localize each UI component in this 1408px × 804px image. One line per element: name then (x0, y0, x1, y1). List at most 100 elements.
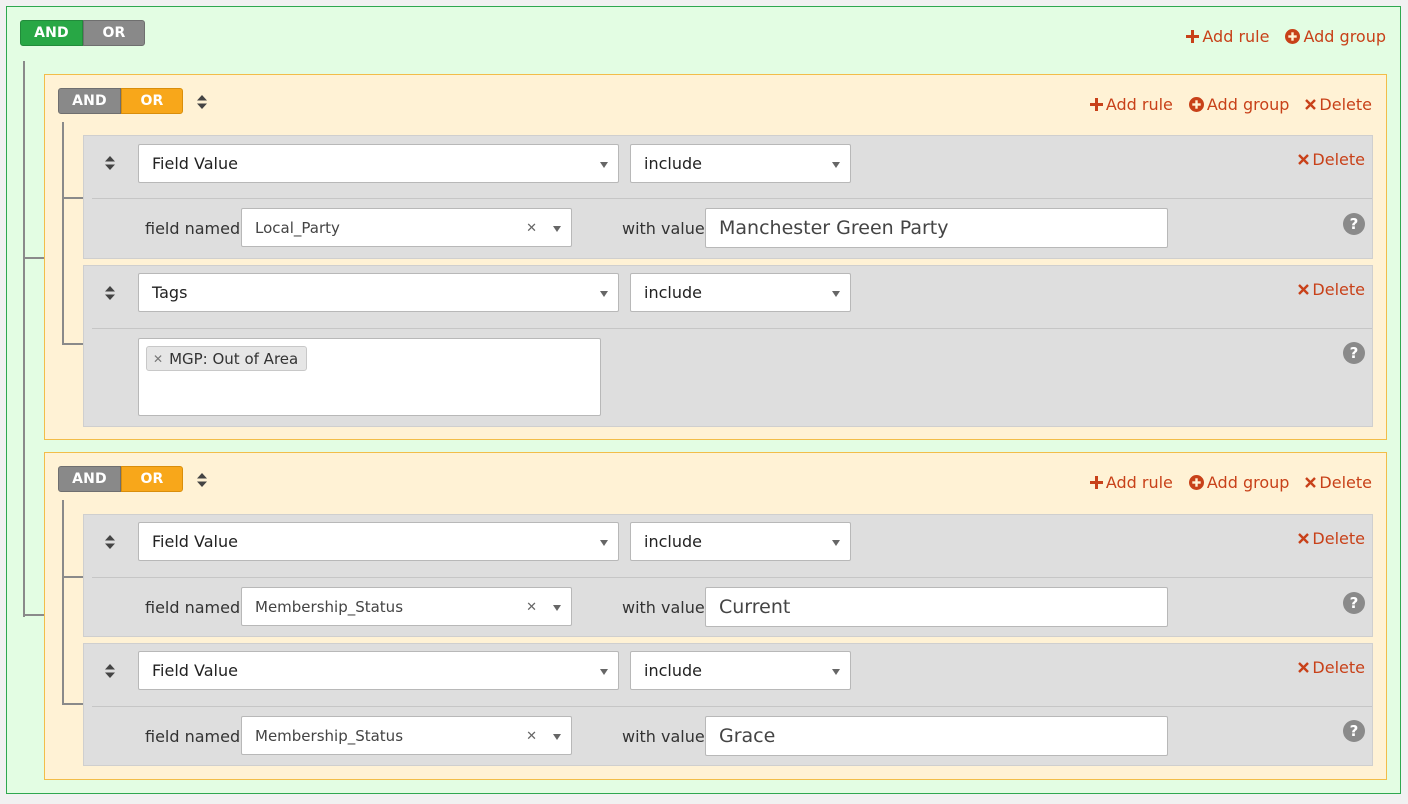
rule-filter-select[interactable]: Field Value (138, 651, 619, 690)
group-1-rule-1: Field Value include Delete field named L… (83, 135, 1373, 259)
help-icon[interactable]: ? (1343, 720, 1365, 742)
rule-filter-select[interactable]: Field Value (138, 522, 619, 561)
rule-delete-label: Delete (1312, 150, 1365, 169)
help-icon[interactable]: ? (1343, 213, 1365, 235)
group-2-or-button[interactable]: OR (121, 466, 183, 492)
rule-delete-button[interactable]: Delete (1298, 150, 1365, 169)
group-2-add-rule-button[interactable]: Add rule (1089, 473, 1173, 492)
sort-icon[interactable] (105, 156, 115, 170)
with-value-label: with value (622, 727, 705, 746)
root-group: AND OR Add rule Add group AND OR Add rul… (6, 6, 1401, 794)
group-2-and-button[interactable]: AND (58, 466, 121, 492)
rule-separator (92, 706, 1372, 707)
field-name-value: Membership_Status (255, 726, 404, 745)
chevron-down-icon (600, 291, 608, 297)
remove-tag-icon[interactable]: ✕ (153, 352, 163, 366)
chevron-down-icon (600, 162, 608, 168)
rule-value-text: Manchester Green Party (719, 217, 949, 239)
field-name-select[interactable]: Membership_Status ✕ (241, 716, 572, 755)
tag-chip: ✕ MGP: Out of Area (146, 346, 308, 371)
rule-delete-button[interactable]: Delete (1298, 658, 1365, 677)
root-actions: Add rule Add group (1186, 27, 1386, 46)
rule-operator-select[interactable]: include (630, 522, 851, 561)
field-name-select[interactable]: Local_Party ✕ (241, 208, 572, 247)
chevron-down-icon (600, 540, 608, 546)
chevron-down-icon (553, 605, 561, 611)
group-1-delete-button[interactable]: Delete (1305, 95, 1372, 114)
with-value-label: with value (622, 598, 705, 617)
group-2-delete-button[interactable]: Delete (1305, 473, 1372, 492)
plus-circle-icon (1188, 475, 1204, 490)
times-icon (1298, 662, 1310, 673)
group-2-tree-line (62, 500, 64, 705)
group-1-condition-toggle: AND OR (58, 88, 183, 114)
rule-delete-label: Delete (1312, 529, 1365, 548)
root-add-rule-button[interactable]: Add rule (1186, 27, 1269, 46)
sort-icon[interactable] (105, 286, 115, 300)
group-1-or-button[interactable]: OR (121, 88, 183, 114)
rule-separator (92, 328, 1372, 329)
chevron-down-icon (832, 291, 840, 297)
field-named-label: field named (145, 219, 241, 238)
group-1-add-rule-button[interactable]: Add rule (1089, 95, 1173, 114)
rule-delete-button[interactable]: Delete (1298, 280, 1365, 299)
field-name-select[interactable]: Membership_Status ✕ (241, 587, 572, 626)
group-2-actions: Add rule Add group Delete (1089, 473, 1372, 492)
root-add-rule-label: Add rule (1202, 27, 1270, 46)
rule-operator-value: include (644, 283, 702, 302)
root-add-group-button[interactable]: Add group (1285, 27, 1386, 46)
group-2-rule-2: Field Value include Delete field named M… (83, 643, 1373, 766)
sort-icon[interactable] (197, 473, 207, 487)
group-2-tree-branch-2 (62, 703, 83, 705)
chevron-down-icon (600, 669, 608, 675)
root-or-button[interactable]: OR (83, 20, 145, 46)
rule-filter-select[interactable]: Field Value (138, 144, 619, 183)
field-name-value: Local_Party (255, 218, 340, 237)
root-add-group-label: Add group (1303, 27, 1386, 46)
group-2-add-group-label: Add group (1206, 473, 1290, 492)
field-named-label: field named (145, 598, 241, 617)
plus-icon (1186, 30, 1200, 43)
help-icon[interactable]: ? (1343, 342, 1365, 364)
group-1-and-button[interactable]: AND (58, 88, 121, 114)
rule-filter-value: Field Value (152, 661, 238, 680)
group-1: AND OR Add rule Add group Delete Field V… (44, 74, 1387, 440)
rule-value-input[interactable]: Manchester Green Party (705, 208, 1168, 248)
rule-operator-select[interactable]: include (630, 273, 851, 312)
rule-operator-value: include (644, 661, 702, 680)
rule-delete-button[interactable]: Delete (1298, 529, 1365, 548)
help-icon[interactable]: ? (1343, 592, 1365, 614)
with-value-label: with value (622, 219, 705, 238)
rule-operator-select[interactable]: include (630, 651, 851, 690)
rule-value-input[interactable]: Current (705, 587, 1168, 627)
group-1-add-group-button[interactable]: Add group (1188, 95, 1290, 114)
clear-icon[interactable]: ✕ (526, 600, 537, 615)
clear-icon[interactable]: ✕ (526, 221, 537, 236)
sort-icon[interactable] (105, 664, 115, 678)
rule-value-input[interactable]: Grace (705, 716, 1168, 756)
plus-circle-icon (1285, 29, 1301, 44)
root-and-button[interactable]: AND (20, 20, 83, 46)
tags-input[interactable]: ✕ MGP: Out of Area (138, 338, 601, 416)
group-2-delete-label: Delete (1319, 473, 1372, 492)
rule-filter-select[interactable]: Tags (138, 273, 619, 312)
root-tree-branch-1 (23, 257, 44, 259)
group-1-add-group-label: Add group (1206, 95, 1290, 114)
sort-icon[interactable] (197, 95, 207, 109)
rule-value-text: Current (719, 596, 791, 618)
chevron-down-icon (832, 162, 840, 168)
group-1-rule-2: Tags include Delete ✕ MGP: Out of Area ? (83, 265, 1373, 427)
sort-icon[interactable] (105, 535, 115, 549)
clear-icon[interactable]: ✕ (526, 729, 537, 744)
rule-filter-value: Tags (152, 283, 188, 302)
rule-separator (92, 198, 1372, 199)
group-2-add-rule-label: Add rule (1105, 473, 1173, 492)
group-1-actions: Add rule Add group Delete (1089, 95, 1372, 114)
times-icon (1305, 477, 1317, 488)
group-2-add-group-button[interactable]: Add group (1188, 473, 1290, 492)
group-2-condition-toggle: AND OR (58, 466, 183, 492)
rule-operator-select[interactable]: include (630, 144, 851, 183)
rule-separator (92, 577, 1372, 578)
chevron-down-icon (832, 540, 840, 546)
group-1-delete-label: Delete (1319, 95, 1372, 114)
